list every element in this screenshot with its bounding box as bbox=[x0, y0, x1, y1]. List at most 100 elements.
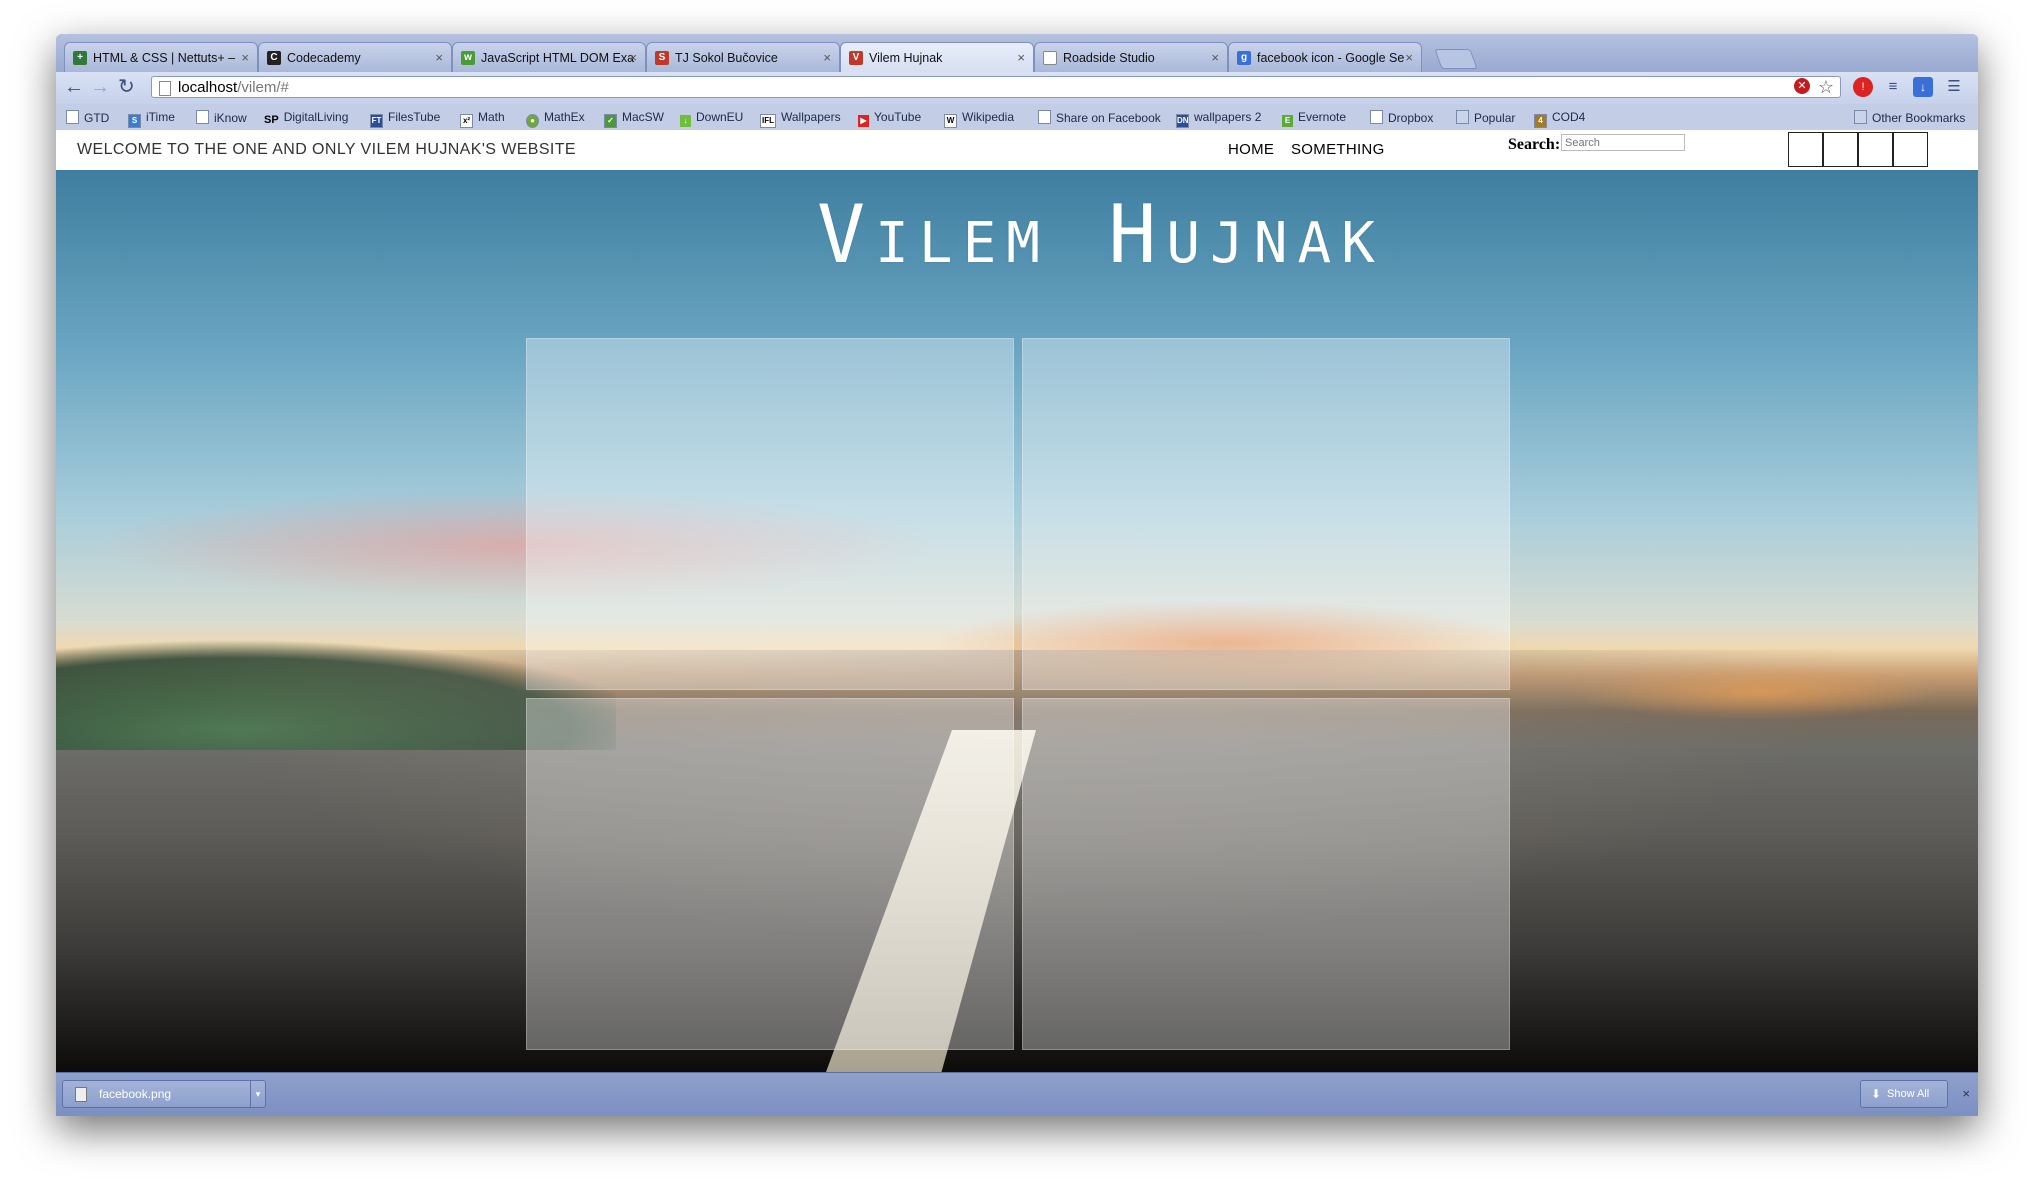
bookmark-label: Wallpapers bbox=[781, 110, 841, 124]
close-icon[interactable]: × bbox=[1962, 1086, 1970, 1101]
tab-google-search[interactable]: g facebook icon - Google Se × bbox=[1228, 42, 1422, 72]
tab-title: HTML & CSS | Nettuts+ – bbox=[93, 51, 236, 65]
bookmark-label: FilesTube bbox=[388, 110, 441, 124]
tab-roadside-studio[interactable]: Roadside Studio × bbox=[1034, 42, 1228, 72]
new-tab-button[interactable] bbox=[1434, 49, 1478, 69]
bookmark-label: Popular bbox=[1474, 111, 1516, 125]
download-extension-icon[interactable]: ↓ bbox=[1913, 77, 1933, 97]
bookmark-label: GTD bbox=[84, 111, 110, 125]
browser-toolbar: ← → ↻ localhost/vilem/# ✕ ☆ ! ≡ ↓ ☰ bbox=[56, 72, 1978, 104]
social-icon-box-1[interactable] bbox=[1788, 132, 1823, 167]
social-icon-box-3[interactable] bbox=[1858, 132, 1893, 167]
bookmark-cod4[interactable]: 4 COD4 bbox=[1534, 110, 1585, 128]
tab-title: TJ Sokol Bučovice bbox=[675, 51, 778, 65]
bookmark-macsw[interactable]: ✓ MacSW bbox=[604, 110, 664, 128]
download-filename: facebook.png bbox=[99, 1087, 172, 1101]
bookmark-label: Math bbox=[478, 110, 505, 124]
nav-something[interactable]: SOMETHING bbox=[1291, 141, 1385, 158]
show-all-button[interactable]: ⬇ Show All bbox=[1860, 1080, 1948, 1108]
tab-vilem-hujnak[interactable]: V Vilem Hujnak × bbox=[840, 42, 1034, 72]
tile-bottom-right[interactable] bbox=[1022, 698, 1510, 1050]
bookmark-digitalliving[interactable]: SP DigitalLiving bbox=[264, 110, 348, 126]
bookmark-downeu[interactable]: ↓ DownEU bbox=[680, 110, 743, 127]
nettuts-favicon-icon: + bbox=[73, 51, 87, 65]
cod4-icon: 4 bbox=[1534, 114, 1547, 128]
bookmark-label: Share on Facebook bbox=[1056, 111, 1161, 125]
sp-icon: SP bbox=[264, 114, 279, 126]
page-icon bbox=[1370, 110, 1383, 124]
close-tab-icon[interactable]: × bbox=[435, 43, 443, 72]
download-bar: facebook.png ▾ ⬇ Show All × bbox=[56, 1072, 1978, 1116]
forward-arrow-icon[interactable]: → bbox=[90, 76, 110, 98]
bookmark-youtube[interactable]: ▶ YouTube bbox=[858, 110, 921, 127]
w3schools-favicon-icon: w bbox=[461, 51, 475, 65]
search-input[interactable] bbox=[1561, 134, 1685, 151]
folder-icon bbox=[1854, 110, 1867, 124]
bookmark-math[interactable]: x² Math bbox=[460, 110, 505, 128]
social-icon-box-2[interactable] bbox=[1823, 132, 1858, 167]
google-favicon-icon: g bbox=[1237, 51, 1251, 65]
close-tab-icon[interactable]: × bbox=[1017, 43, 1025, 72]
extension-lines-icon[interactable]: ≡ bbox=[1883, 77, 1903, 97]
bookmark-itime[interactable]: SiTime bbox=[128, 110, 175, 128]
hero-background bbox=[56, 170, 1978, 1072]
bookmark-popular[interactable]: Popular bbox=[1456, 110, 1515, 125]
tile-top-right[interactable] bbox=[1022, 338, 1510, 690]
tab-w3schools[interactable]: w JavaScript HTML DOM Exa × bbox=[452, 42, 646, 72]
tab-title: JavaScript HTML DOM Exa bbox=[481, 51, 635, 65]
other-bookmarks[interactable]: Other Bookmarks bbox=[1854, 110, 1965, 125]
back-arrow-icon[interactable]: ← bbox=[64, 76, 84, 98]
tile-bottom-left[interactable] bbox=[526, 698, 1014, 1050]
bookmarks-bar: GTD SiTime iKnow SP DigitalLiving FT Files… bbox=[56, 104, 1978, 131]
bookmark-wallpapers[interactable]: IFL Wallpapers bbox=[760, 110, 841, 128]
close-tab-icon[interactable]: × bbox=[629, 43, 637, 72]
bookmark-share-facebook[interactable]: Share on Facebook bbox=[1038, 110, 1161, 125]
math-icon: x² bbox=[460, 114, 473, 128]
bookmark-mathex[interactable]: ● MathEx bbox=[526, 110, 585, 128]
bookmark-label: Wikipedia bbox=[962, 110, 1015, 124]
bookmark-label: Evernote bbox=[1298, 110, 1347, 124]
other-bookmarks-label: Other Bookmarks bbox=[1872, 111, 1966, 125]
bookmark-wikipedia[interactable]: W Wikipedia bbox=[944, 110, 1014, 128]
close-tab-icon[interactable]: × bbox=[823, 43, 831, 72]
extension-alert-icon[interactable]: ! bbox=[1853, 77, 1873, 97]
reload-icon[interactable]: ↻ bbox=[118, 76, 135, 98]
filestube-icon: FT bbox=[370, 114, 383, 128]
folder-icon bbox=[1456, 110, 1469, 124]
tile-top-left[interactable] bbox=[526, 338, 1014, 690]
bookmark-wallpapers-2[interactable]: DN wallpapers 2 bbox=[1176, 110, 1261, 128]
tab-nettuts[interactable]: + HTML & CSS | Nettuts+ – × bbox=[64, 42, 258, 72]
close-tab-icon[interactable]: × bbox=[241, 43, 249, 72]
bookmark-gtd[interactable]: GTD bbox=[66, 110, 109, 125]
menu-icon[interactable]: ☰ bbox=[1944, 77, 1964, 97]
bookmark-label: MathEx bbox=[544, 110, 585, 124]
site-header: WELCOME TO THE ONE AND ONLY VILEM HUJNAK… bbox=[56, 130, 1978, 171]
download-item[interactable]: facebook.png ▾ bbox=[62, 1080, 266, 1108]
social-icon-box-4[interactable] bbox=[1893, 132, 1928, 167]
bookmark-iknow[interactable]: iKnow bbox=[196, 110, 247, 125]
tab-sokol[interactable]: S TJ Sokol Bučovice × bbox=[646, 42, 840, 72]
bookmark-label: COD4 bbox=[1552, 110, 1586, 124]
tab-title: Codecademy bbox=[287, 51, 361, 65]
sokol-favicon-icon: S bbox=[655, 51, 669, 65]
address-bar[interactable]: localhost/vilem/# ✕ ☆ bbox=[151, 76, 1841, 98]
close-tab-icon[interactable]: × bbox=[1405, 43, 1413, 72]
tab-title: Vilem Hujnak bbox=[869, 51, 943, 65]
page-icon bbox=[66, 110, 79, 124]
tab-strip: + HTML & CSS | Nettuts+ – × C Codecademy… bbox=[56, 34, 1978, 72]
bookmark-filestube[interactable]: FT FilesTube bbox=[370, 110, 440, 128]
tab-codecademy[interactable]: C Codecademy × bbox=[258, 42, 452, 72]
tab-title: Roadside Studio bbox=[1063, 51, 1155, 65]
wikipedia-icon: W bbox=[944, 114, 957, 128]
dn-icon: DN bbox=[1176, 114, 1189, 128]
stop-sign-icon[interactable]: ✕ bbox=[1794, 78, 1810, 94]
bookmark-dropbox[interactable]: Dropbox bbox=[1370, 110, 1433, 125]
chevron-down-icon[interactable]: ▾ bbox=[250, 1081, 265, 1107]
close-tab-icon[interactable]: × bbox=[1211, 43, 1219, 72]
tab-title: facebook icon - Google Se bbox=[1257, 51, 1405, 65]
nav-home[interactable]: HOME bbox=[1228, 141, 1274, 158]
itime-icon: S bbox=[128, 114, 141, 128]
page-viewport: WELCOME TO THE ONE AND ONLY VILEM HUJNAK… bbox=[56, 130, 1978, 1072]
bookmark-star-icon[interactable]: ☆ bbox=[1818, 76, 1834, 98]
bookmark-evernote[interactable]: E Evernote bbox=[1282, 110, 1346, 127]
